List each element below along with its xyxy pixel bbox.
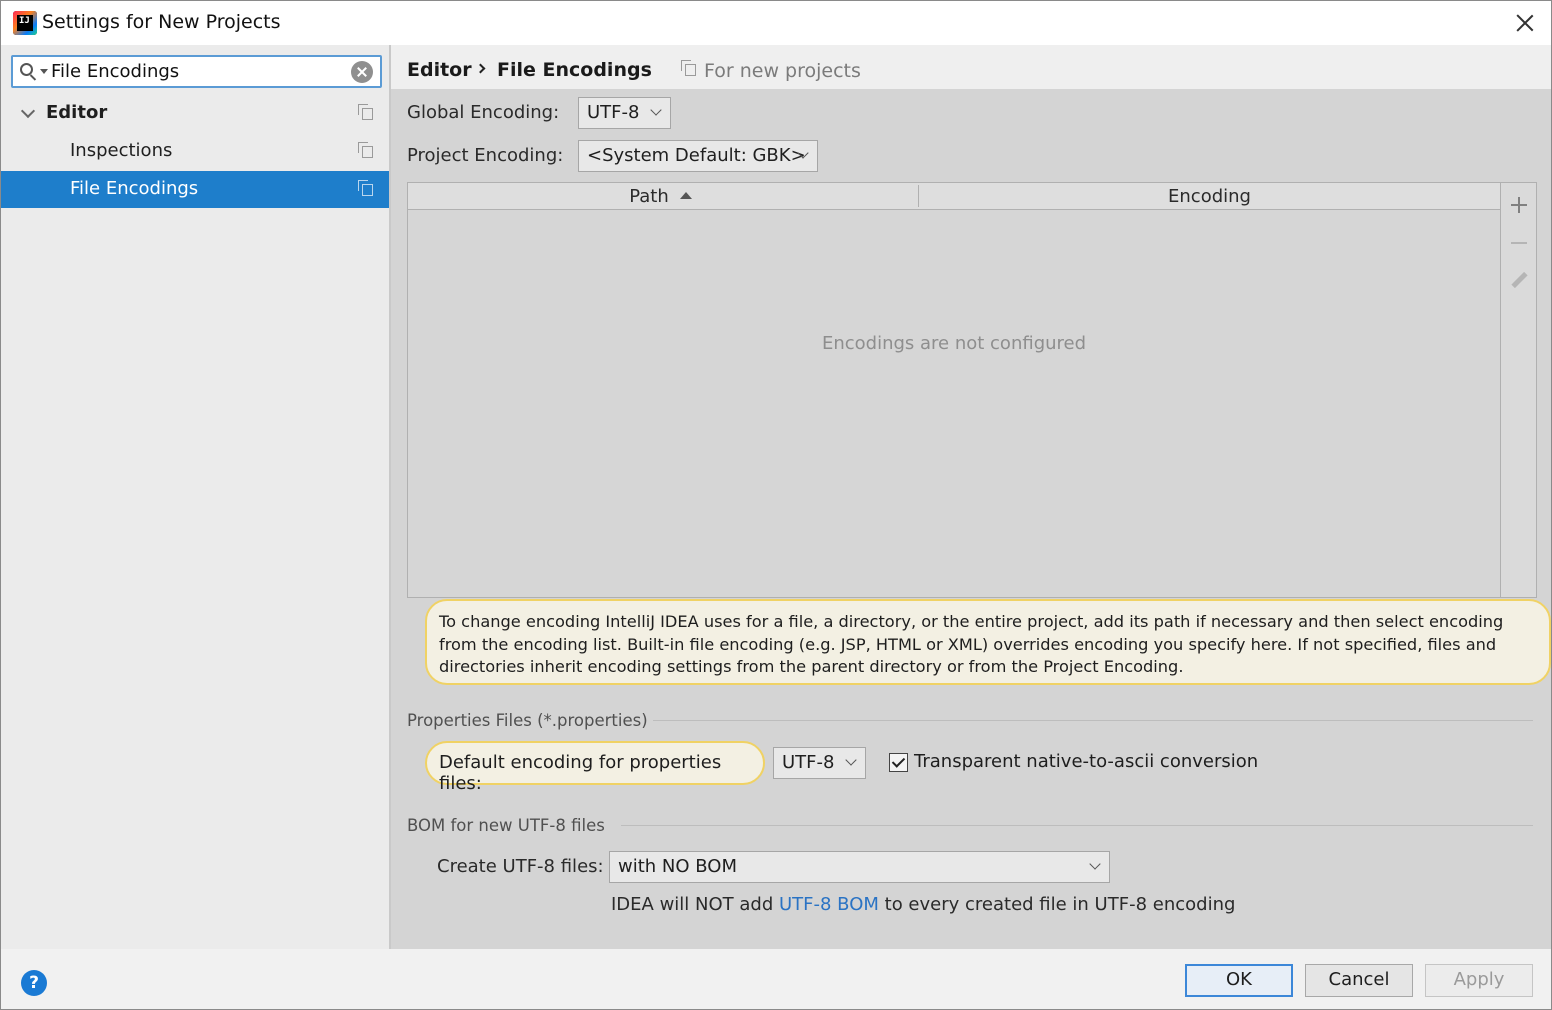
tree-item-label: File Encodings <box>70 178 199 199</box>
global-encoding-value: UTF-8 <box>587 102 640 123</box>
tree-item-label: Inspections <box>70 140 173 161</box>
encoding-help-note: To change encoding IntelliJ IDEA uses fo… <box>425 599 1551 685</box>
project-scope-icon <box>681 60 696 76</box>
close-icon[interactable] <box>1513 11 1537 35</box>
column-header-label: Path <box>629 186 669 207</box>
tree-item-label: Editor <box>46 102 108 123</box>
window-title: Settings for New Projects <box>42 11 281 33</box>
add-icon[interactable] <box>1509 195 1529 215</box>
transparent-conversion-label[interactable]: Transparent native-to-ascii conversion <box>914 751 1258 772</box>
column-header-label: Encoding <box>1168 186 1251 207</box>
breadcrumb-file-encodings: File Encodings <box>497 59 652 81</box>
title-bar: IJ Settings for New Projects <box>1 1 1551 45</box>
default-properties-encoding-label: Default encoding for properties files: <box>425 741 765 794</box>
project-encoding-select[interactable]: <System Default: GBK> <box>578 140 818 172</box>
help-icon[interactable]: ? <box>21 970 47 996</box>
app-icon-text: IJ <box>19 16 30 26</box>
table-toolbar <box>1501 182 1537 598</box>
chevron-right-icon <box>475 63 486 74</box>
properties-encoding-select[interactable]: UTF-8 <box>773 747 866 779</box>
table-empty-text: Encodings are not configured <box>821 333 1087 354</box>
section-divider <box>621 825 1533 826</box>
dialog-footer: ? OK Cancel Apply <box>1 949 1551 1009</box>
cancel-button[interactable]: Cancel <box>1305 964 1413 997</box>
chevron-down-icon <box>1089 858 1101 870</box>
column-header-path[interactable]: Path <box>408 186 918 207</box>
breadcrumb-editor[interactable]: Editor <box>407 59 472 81</box>
file-encodings-panel: Editor File Encodings For new projects G… <box>391 45 1551 949</box>
project-scope-icon <box>358 142 373 158</box>
search-input[interactable] <box>51 59 341 84</box>
scope-note: For new projects <box>704 60 861 82</box>
column-header-encoding[interactable]: Encoding <box>919 186 1500 207</box>
bom-description: IDEA will NOT add UTF-8 BOM to every cre… <box>611 894 1235 915</box>
settings-tree-panel: Editor Inspections File Encodings <box>1 45 391 949</box>
tree-item-inspections[interactable]: Inspections <box>1 133 389 170</box>
bom-section-title: BOM for new UTF-8 files <box>407 816 605 835</box>
global-encoding-label: Global Encoding: <box>407 102 560 123</box>
section-divider <box>653 720 1533 721</box>
global-encoding-select[interactable]: UTF-8 <box>578 97 671 129</box>
create-utf8-label: Create UTF-8 files: <box>437 856 604 877</box>
remove-icon[interactable] <box>1509 233 1529 253</box>
tree-item-file-encodings[interactable]: File Encodings <box>1 171 389 208</box>
utf8-bom-link[interactable]: UTF-8 BOM <box>779 894 879 915</box>
search-history-arrow-icon[interactable] <box>40 69 48 74</box>
transparent-conversion-checkbox[interactable] <box>889 753 908 772</box>
bom-desc-suffix: to every created file in UTF-8 encoding <box>878 894 1236 915</box>
project-scope-icon <box>358 180 373 196</box>
search-icon[interactable] <box>20 63 38 81</box>
bom-select[interactable]: with NO BOM <box>609 851 1110 883</box>
ok-button[interactable]: OK <box>1185 964 1293 997</box>
breadcrumb: Editor File Encodings For new projects <box>391 45 1551 89</box>
search-box[interactable] <box>11 55 382 88</box>
tree-item-editor[interactable]: Editor <box>1 95 389 132</box>
chevron-down-icon[interactable] <box>20 103 36 119</box>
properties-encoding-value: UTF-8 <box>782 752 835 773</box>
project-scope-icon <box>358 104 373 120</box>
project-encoding-value: <System Default: GBK> <box>587 145 806 166</box>
chevron-down-icon <box>845 754 857 766</box>
bom-value: with NO BOM <box>618 856 737 877</box>
apply-button[interactable]: Apply <box>1425 964 1533 997</box>
intellij-app-icon: IJ <box>13 11 37 35</box>
edit-icon[interactable] <box>1509 271 1529 291</box>
sort-ascending-icon <box>680 192 692 199</box>
settings-dialog: IJ Settings for New Projects Editor Insp… <box>0 0 1552 1010</box>
project-encoding-label: Project Encoding: <box>407 145 564 166</box>
table-header: Path Encoding <box>408 183 1500 210</box>
clear-search-icon[interactable] <box>351 61 373 83</box>
properties-section-title: Properties Files (*.properties) <box>407 711 648 730</box>
bom-desc-prefix: IDEA will NOT add <box>611 894 779 915</box>
chevron-down-icon <box>650 104 662 116</box>
encodings-table[interactable]: Path Encoding Encodings are not configur… <box>407 182 1501 598</box>
